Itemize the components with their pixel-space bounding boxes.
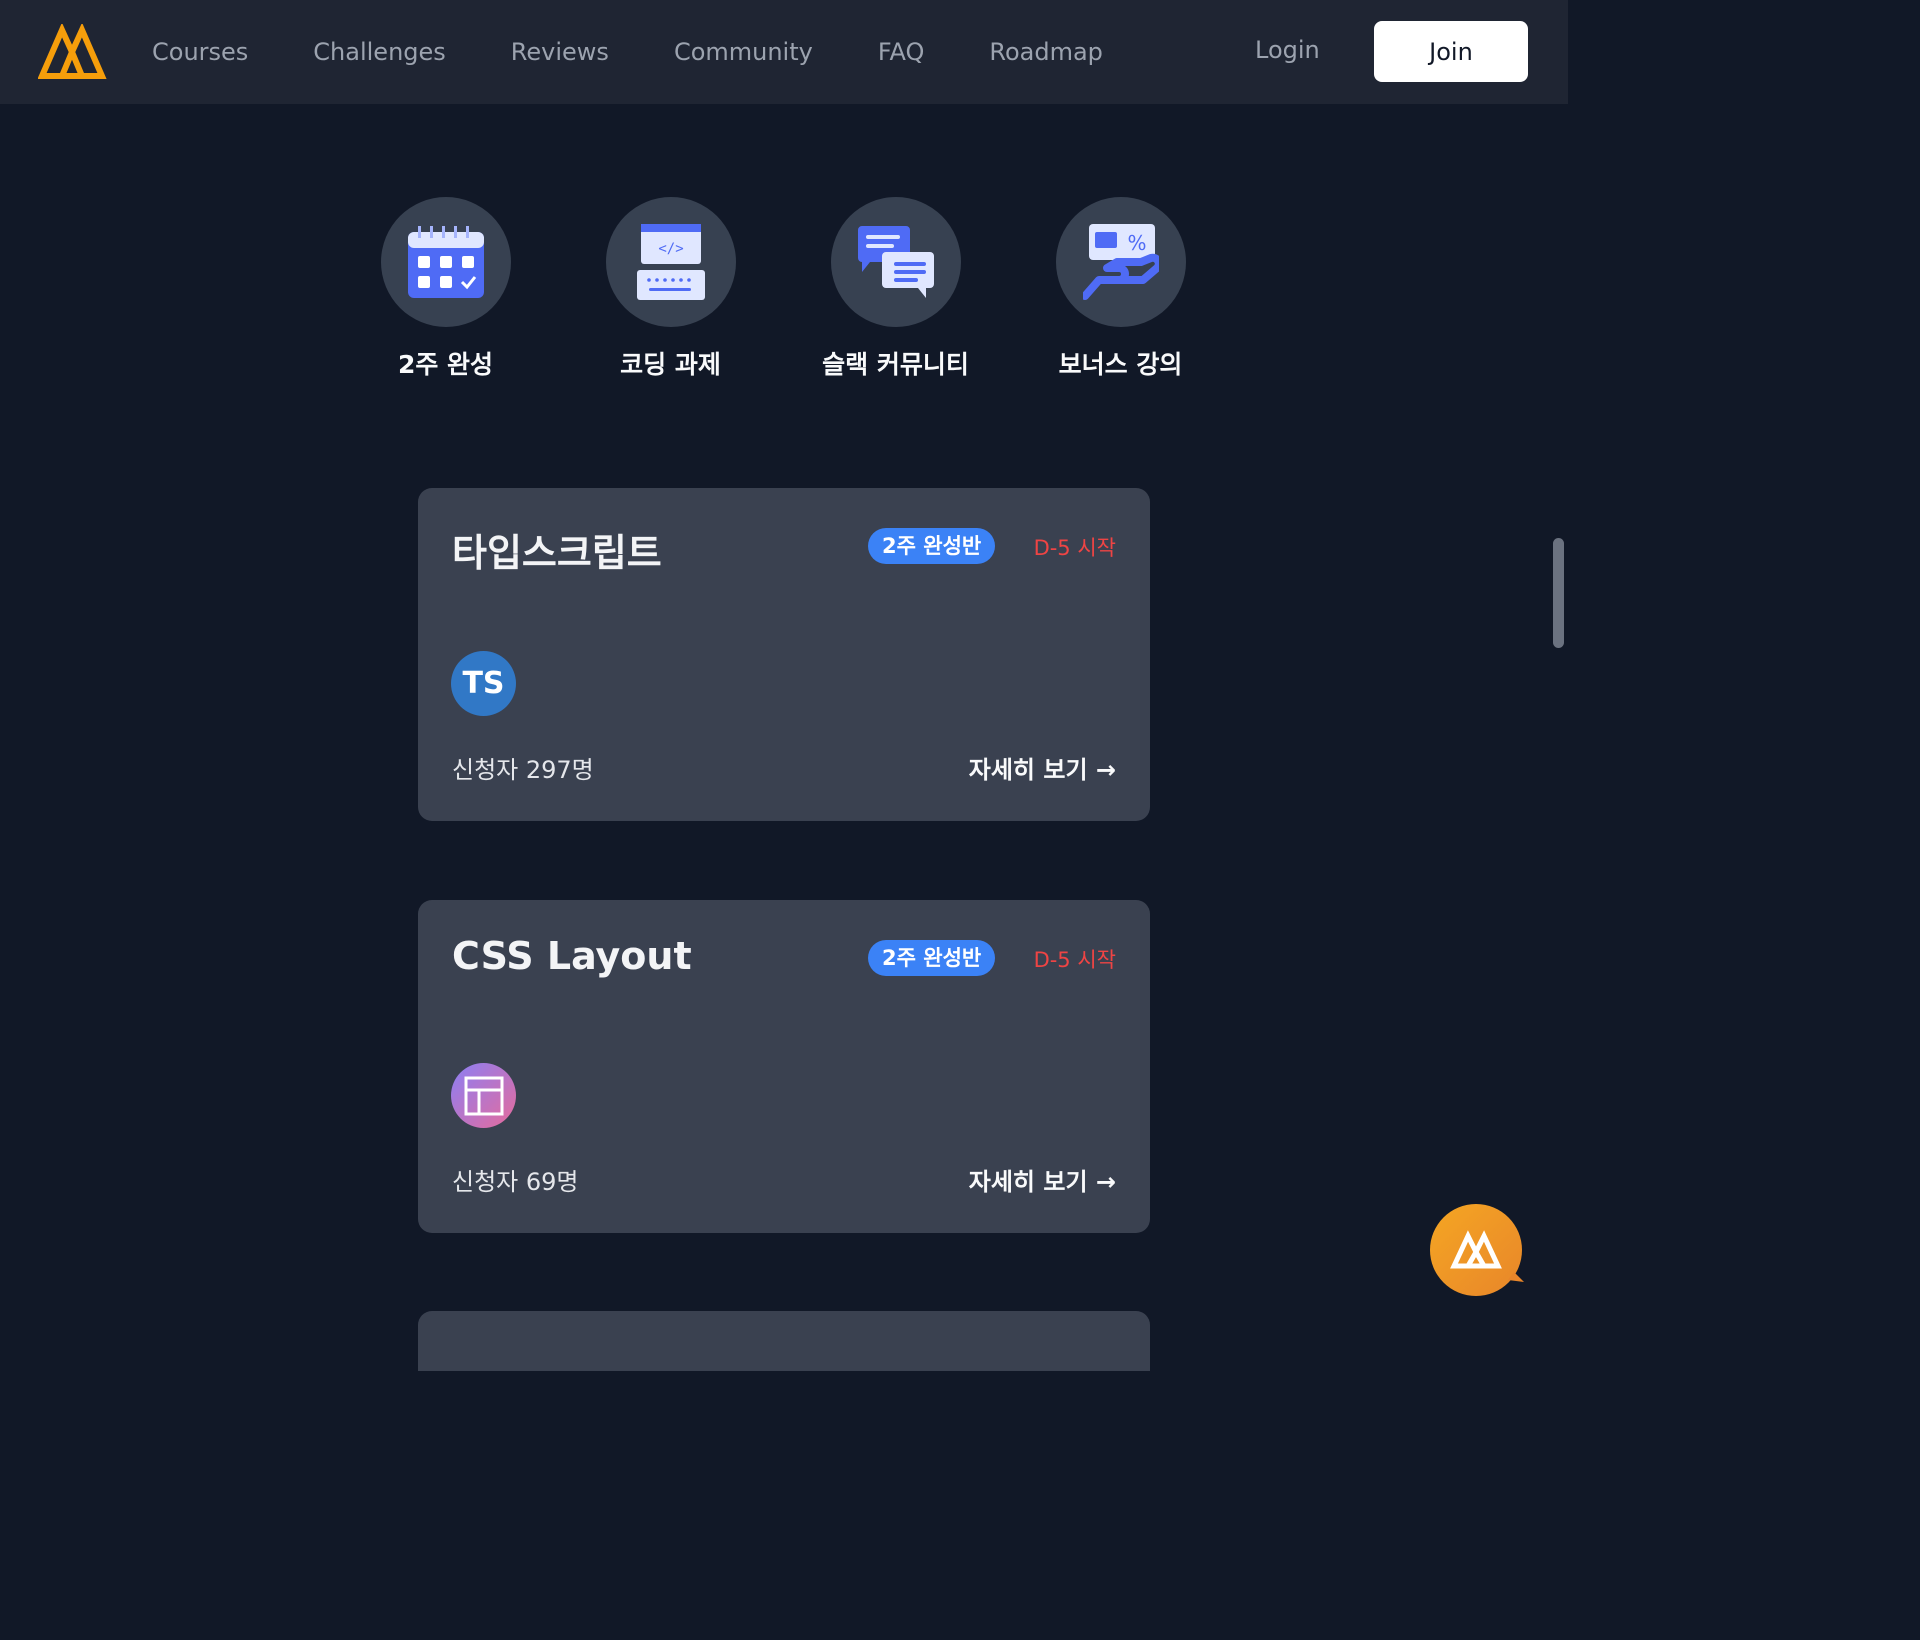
course-details-link[interactable]: 자세히 보기 → [969, 750, 1116, 785]
course-dday: D-5 시작 [1033, 948, 1116, 972]
login-link[interactable]: Login [1255, 36, 1320, 64]
nav-courses[interactable]: Courses [152, 38, 248, 66]
feature-label: 슬랙 커뮤니티 [822, 350, 969, 379]
feature-coding: </> 코딩 과제 [558, 197, 783, 381]
feature-label: 2주 완성 [397, 350, 494, 379]
nav-faq[interactable]: FAQ [878, 38, 925, 66]
feature-slack: 슬랙 커뮤니티 [783, 197, 1008, 381]
course-card[interactable] [418, 1311, 1150, 1371]
course-card[interactable]: 타입스크립트 2주 완성반 D-5 시작 TS 신청자 297명 자세히 보기 … [418, 488, 1150, 821]
scrollbar-thumb[interactable] [1553, 538, 1564, 648]
code-keyboard-icon: </> [636, 224, 705, 300]
course-card[interactable]: CSS Layout 2주 완성반 D-5 시작 신청자 69명 자세히 보기 … [418, 900, 1150, 1233]
course-title: CSS Layout [452, 934, 692, 978]
bonus-hand-icon: % [1082, 224, 1159, 300]
course-dday: D-5 시작 [1033, 536, 1116, 560]
join-button[interactable]: Join [1374, 21, 1528, 82]
chat-bubbles-icon [857, 226, 934, 298]
feature-bonus: % 보너스 강의 [1008, 197, 1233, 381]
svg-text:</>: </> [658, 241, 683, 257]
nav-reviews[interactable]: Reviews [511, 38, 609, 66]
course-badge: 2주 완성반 [868, 940, 996, 976]
course-details-link[interactable]: 자세히 보기 → [969, 1162, 1116, 1197]
nav-roadmap[interactable]: Roadmap [989, 38, 1103, 66]
feature-two-weeks: 2주 완성 [333, 197, 558, 381]
nav-challenges[interactable]: Challenges [313, 38, 446, 66]
course-title: 타입스크립트 [452, 531, 662, 575]
chat-launcher-icon[interactable] [1430, 1202, 1526, 1298]
typescript-icon: TS [451, 651, 516, 716]
feature-label: 보너스 강의 [1058, 350, 1183, 379]
course-applicant-count: 신청자 297명 [452, 756, 594, 784]
course-badge: 2주 완성반 [868, 528, 996, 564]
feature-label: 코딩 과제 [620, 350, 721, 379]
layout-icon [451, 1063, 516, 1128]
course-applicant-count: 신청자 69명 [452, 1168, 579, 1196]
nav-community[interactable]: Community [674, 38, 813, 66]
nav-links: Courses Challenges Reviews Community FAQ… [152, 0, 1168, 104]
svg-text:%: % [1127, 231, 1146, 255]
feature-list: 2주 완성 </> 코딩 과제 슬랙 커뮤니티 % 보너스 강의 [333, 197, 1235, 397]
top-nav: Courses Challenges Reviews Community FAQ… [0, 0, 1568, 104]
calendar-icon [407, 226, 484, 298]
nomad-logo-icon[interactable] [38, 24, 108, 80]
